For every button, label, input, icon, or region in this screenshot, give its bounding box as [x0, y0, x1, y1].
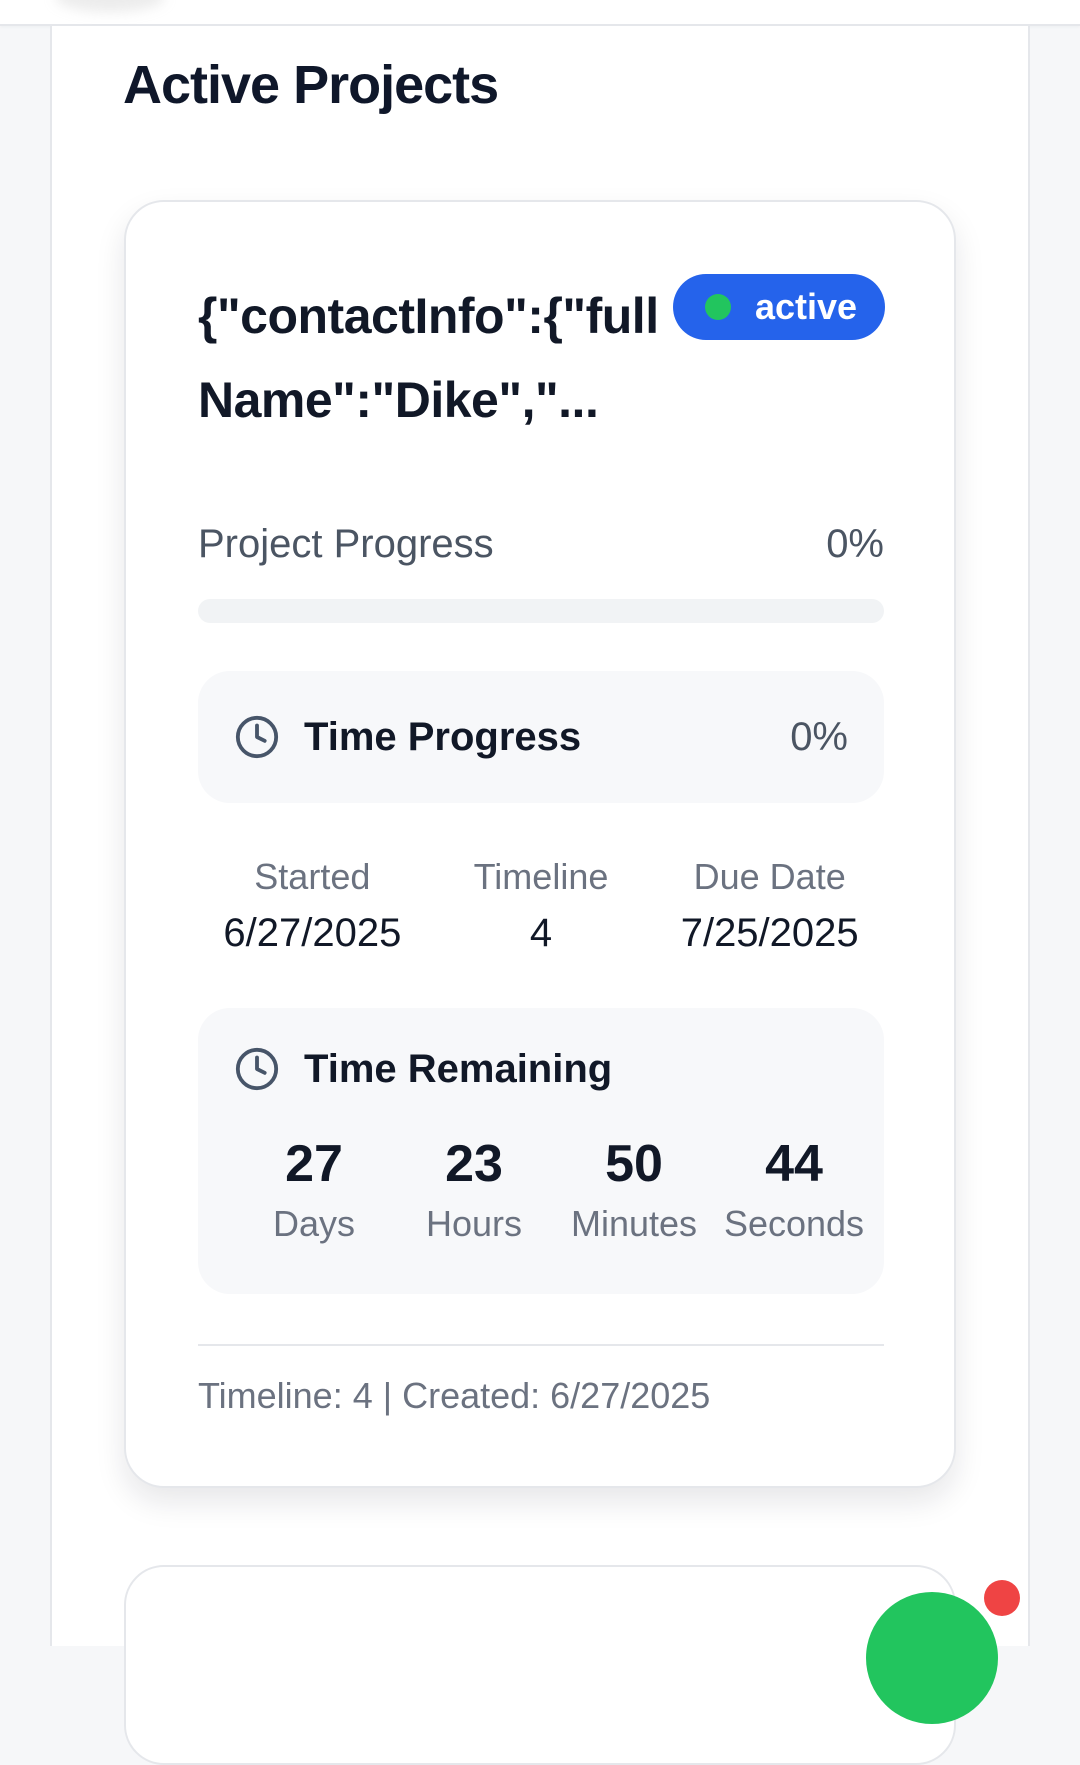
countdown-seconds: 44 Seconds — [714, 1134, 874, 1246]
project-title: {"contactInfo":{"fullName":"Dike","... — [198, 288, 659, 428]
next-project-card[interactable] — [124, 1565, 956, 1765]
started-value: 6/27/2025 — [223, 911, 402, 955]
time-remaining-label: Time Remaining — [304, 1046, 613, 1091]
countdown-days-value: 27 — [285, 1135, 343, 1193]
countdown-hours-value: 23 — [445, 1135, 503, 1193]
project-dates: Started 6/27/2025 Timeline 4 Due Date 7/… — [198, 855, 884, 959]
timeline-column: Timeline 4 — [427, 855, 656, 959]
clock-icon — [235, 1047, 279, 1091]
card-divider — [198, 1344, 884, 1346]
due-date-label: Due Date — [693, 856, 846, 897]
floating-action-button[interactable] — [866, 1592, 998, 1724]
timeline-label: Timeline — [473, 856, 609, 897]
due-date-value: 7/25/2025 — [680, 911, 859, 955]
project-card[interactable]: {"contactInfo":{"fullName":"Dike","... a… — [124, 200, 956, 1488]
card-footer: Timeline: 4 | Created: 6/27/2025 — [198, 1375, 711, 1416]
clock-icon — [235, 715, 279, 759]
countdown-seconds-label: Seconds — [723, 1203, 865, 1244]
time-remaining-panel: Time Remaining 27 Days 23 Hours 50 Minut… — [198, 1008, 884, 1294]
countdown: 27 Days 23 Hours 50 Minutes 44 Seconds — [234, 1134, 874, 1246]
time-progress-label: Time Progress — [304, 714, 582, 759]
countdown-minutes-label: Minutes — [570, 1203, 698, 1244]
status-badge: active — [673, 274, 885, 340]
started-label: Started — [254, 856, 371, 897]
project-progress-label: Project Progress — [198, 522, 494, 566]
section-title: Active Projects — [123, 55, 499, 115]
status-dot-icon — [705, 294, 731, 320]
countdown-hours-label: Hours — [425, 1203, 523, 1244]
project-progress-value: 0% — [826, 522, 884, 566]
project-progress-row: Project Progress 0% — [198, 520, 884, 568]
top-header-bar — [0, 0, 1080, 26]
countdown-minutes: 50 Minutes — [554, 1134, 714, 1246]
countdown-days-label: Days — [272, 1203, 356, 1244]
time-progress-panel: Time Progress 0% — [198, 671, 884, 803]
timeline-value: 4 — [529, 911, 553, 955]
countdown-hours: 23 Hours — [394, 1134, 554, 1246]
due-date-column: Due Date 7/25/2025 — [655, 855, 884, 959]
countdown-minutes-value: 50 — [605, 1135, 663, 1193]
notification-badge — [984, 1580, 1020, 1616]
started-column: Started 6/27/2025 — [198, 855, 427, 959]
time-remaining-header: Time Remaining — [234, 1046, 612, 1092]
project-progress-bar — [198, 599, 884, 623]
status-badge-label: active — [755, 286, 858, 327]
countdown-days: 27 Days — [234, 1134, 394, 1246]
header-shadow-blob — [55, 0, 165, 12]
countdown-seconds-value: 44 — [765, 1135, 823, 1193]
time-progress-value: 0% — [790, 714, 848, 759]
